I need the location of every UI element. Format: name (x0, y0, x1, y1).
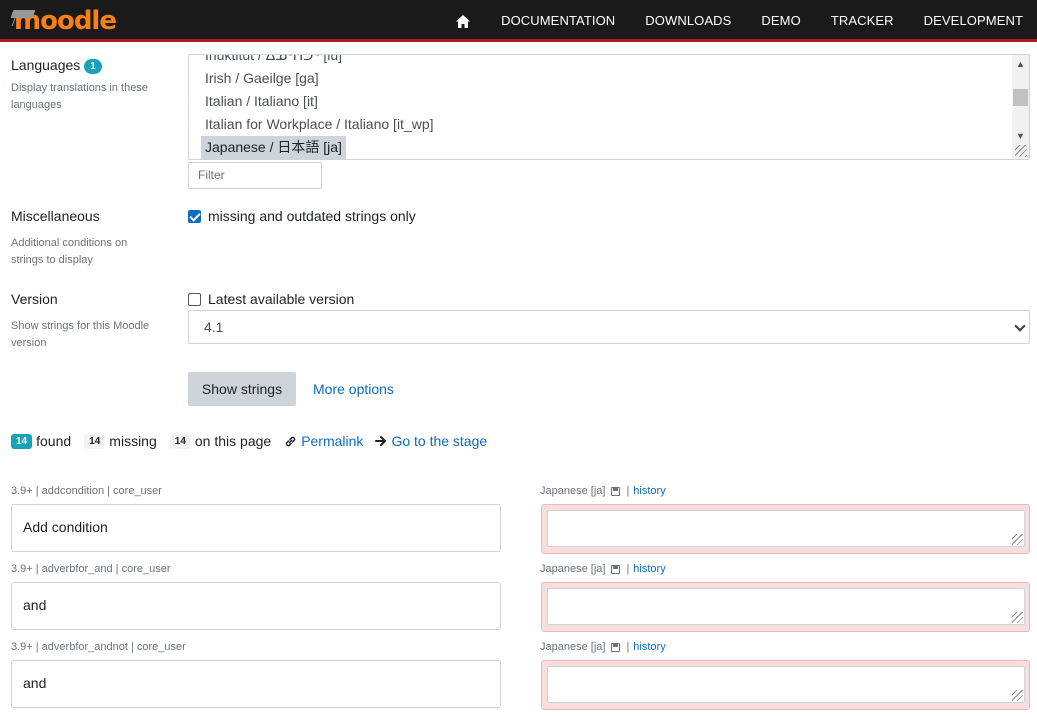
stage-link[interactable]: Go to the stage (375, 433, 487, 449)
save-icon[interactable] (611, 486, 621, 496)
translation-cell (541, 660, 1030, 710)
original-string: and (11, 660, 501, 708)
top-navbar: moodle DOCUMENTATION DOWNLOADS DEMO TRAC… (0, 0, 1037, 42)
history-link[interactable]: history (633, 563, 665, 575)
scroll-thumb[interactable] (1013, 89, 1028, 106)
translation-textarea[interactable] (547, 510, 1025, 547)
mortarboard-icon (10, 10, 36, 18)
show-strings-button[interactable]: Show strings (188, 372, 296, 406)
nav-demo[interactable]: DEMO (746, 0, 815, 42)
stats-bar: 14 found 14 missing 14 on this page Perm… (11, 432, 499, 450)
resize-grip-icon[interactable] (1012, 690, 1023, 701)
listbox-scrollbar[interactable]: ▲ ▼ (1012, 55, 1029, 159)
permalink-text[interactable]: Permalink (301, 433, 363, 449)
resize-grip-icon[interactable] (1012, 534, 1023, 545)
translation-meta: Japanese [ja] | history (540, 563, 666, 575)
languages-label: Languages 1 (11, 57, 102, 74)
language-filter-input[interactable]: Filter (188, 162, 322, 189)
string-meta: 3.9+ | adverbfor_and | core_user (11, 563, 171, 575)
page-label: on this page (194, 433, 272, 449)
lang-option[interactable]: Italian for Workplace / Italiano [it_wp] (201, 113, 438, 136)
history-link[interactable]: history (633, 485, 665, 497)
languages-listbox[interactable]: Inuktitut / ᐃᓄᒃᑎᑐᑦ [iu] Irish / Gaeilge … (188, 54, 1030, 160)
nav-tracker[interactable]: TRACKER (816, 0, 909, 42)
lang-option[interactable]: Irish / Gaeilge [ga] (201, 67, 323, 90)
stage-text[interactable]: Go to the stage (391, 433, 487, 449)
history-link[interactable]: history (633, 641, 665, 653)
version-label: Version (11, 291, 58, 307)
scroll-down-icon[interactable]: ▼ (1016, 131, 1025, 141)
nav-development[interactable]: DEVELOPMENT (909, 0, 1037, 42)
version-selected-value: 4.1 (204, 319, 224, 335)
home-icon[interactable] (455, 14, 471, 29)
missing-only-checkbox[interactable] (188, 210, 201, 223)
resize-grip-icon[interactable] (1015, 145, 1027, 157)
original-string: and (11, 582, 501, 630)
moodle-logo[interactable]: moodle (10, 6, 117, 36)
languages-count-badge: 1 (84, 59, 102, 74)
permalink-link[interactable]: Permalink (284, 433, 363, 449)
found-label: found (36, 433, 72, 449)
translation-textarea[interactable] (547, 666, 1025, 703)
latest-version-label[interactable]: Latest available version (208, 291, 354, 307)
nav-documentation[interactable]: DOCUMENTATION (486, 0, 630, 42)
translation-cell (541, 504, 1030, 554)
save-icon[interactable] (611, 642, 621, 652)
missing-count-badge: 14 (84, 433, 106, 449)
lang-option[interactable]: Inuktitut / ᐃᓄᒃᑎᑐᑦ [iu] (201, 55, 346, 67)
main-nav: DOCUMENTATION DOWNLOADS DEMO TRACKER DEV… (455, 0, 1037, 42)
save-icon[interactable] (611, 564, 621, 574)
translation-meta: Japanese [ja] | history (540, 641, 666, 653)
scroll-up-icon[interactable]: ▲ (1016, 59, 1025, 69)
found-count-badge: 14 (11, 433, 33, 449)
misc-label: Miscellaneous (11, 208, 100, 224)
link-icon (285, 436, 296, 446)
original-string: Add condition (11, 504, 501, 552)
nav-downloads[interactable]: DOWNLOADS (630, 0, 746, 42)
missing-only-label[interactable]: missing and outdated strings only (208, 208, 416, 224)
translation-cell (541, 582, 1030, 632)
arrow-right-icon (375, 436, 387, 446)
translation-textarea[interactable] (547, 588, 1025, 625)
languages-help: Display translations in these languages (11, 82, 148, 111)
target-lang: Japanese [ja] (540, 485, 606, 497)
string-meta: 3.9+ | adverbfor_andnot | core_user (11, 641, 186, 653)
resize-grip-icon[interactable] (1012, 612, 1023, 623)
page-count-badge: 14 (169, 433, 191, 449)
languages-label-text: Languages (11, 57, 81, 73)
version-help: Show strings for this Moodle version (11, 320, 150, 349)
latest-version-checkbox[interactable] (188, 293, 201, 306)
lang-option-selected[interactable]: Japanese / 日本語 [ja] (201, 136, 346, 159)
string-meta: 3.9+ | addcondition | core_user (11, 485, 162, 497)
version-select[interactable]: 4.1 (188, 310, 1030, 344)
target-lang: Japanese [ja] (540, 563, 606, 575)
lang-option[interactable]: Italian / Italiano [it] (201, 90, 322, 113)
misc-help: Additional conditions on strings to disp… (11, 237, 128, 266)
target-lang: Japanese [ja] (540, 641, 606, 653)
missing-label: missing (109, 433, 157, 449)
chevron-down-icon (1014, 320, 1026, 332)
more-options-link[interactable]: More options (313, 381, 394, 397)
translation-meta: Japanese [ja] | history (540, 485, 666, 497)
